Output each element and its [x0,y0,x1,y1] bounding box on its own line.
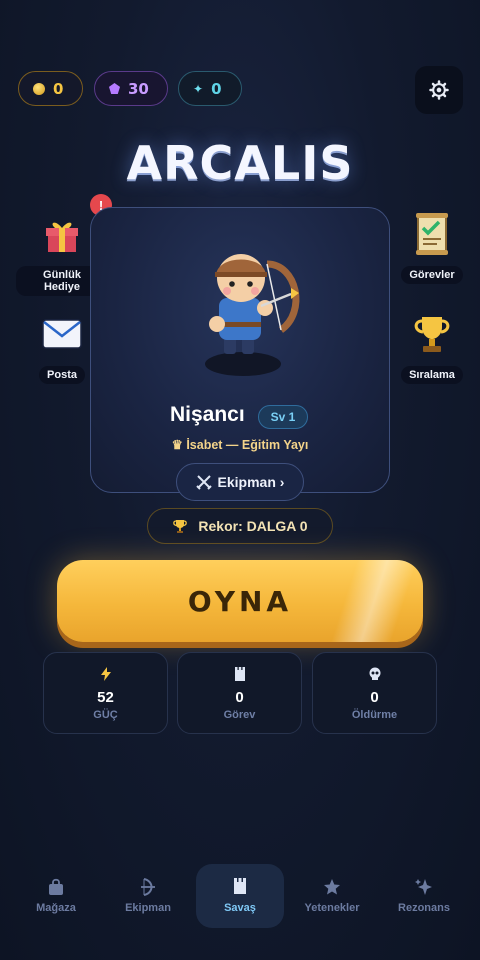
game-title: ARCALIS [126,136,354,190]
play-button[interactable]: OYNA [57,560,423,642]
mail-label: Posta [39,366,85,384]
hero-weapon: ♛ İsabet — Eğitim Yayı [171,438,309,452]
nav-battle[interactable]: Savaş [196,864,284,928]
crossed-swords-icon [195,475,212,490]
stat-missions-value: 0 [235,689,244,706]
shop-bag-icon [49,878,63,895]
settings-button[interactable] [415,66,463,114]
gem-value: 30 [128,79,149,98]
star-icon [324,879,340,895]
stat-power-label: GÜÇ [93,709,118,721]
hero-name: Nişancı [170,403,245,426]
record-badge: Rekor: DALGA 0 [147,508,333,544]
leaderboard-button[interactable]: Sıralama [386,308,478,384]
nav-skills[interactable]: Yetenekler [288,864,376,928]
archer-character [205,254,300,376]
nav-battle-label: Savaş [224,902,256,914]
mail-icon [36,308,88,360]
gold-value: 0 [53,79,64,98]
gold-counter[interactable]: 0 [18,71,83,106]
button-shine [325,560,421,642]
nav-shop[interactable]: Mağaza [12,864,100,928]
trophy-icon [173,520,188,533]
stat-kills-label: Öldürme [351,709,398,721]
nav-skills-label: Yetenekler [304,902,360,914]
play-label: OYNA [187,584,293,618]
stat-power: 52 GÜÇ [43,652,168,734]
quests-button[interactable]: Görevler [386,208,478,284]
gem-icon [109,83,120,94]
gem-counter[interactable]: 30 [94,71,168,106]
bow-icon [141,878,155,896]
gift-icon [36,208,88,260]
stat-kills: 0 Öldürme [312,652,437,734]
nav-resonance-label: Rezonans [398,902,450,914]
coin-icon [33,82,45,95]
leaderboard-label: Sıralama [401,366,463,384]
equipment-button[interactable]: Ekipman › [176,463,304,501]
nav-equipment-label: Ekipman [125,902,171,914]
castle-icon [234,878,246,894]
equipment-label: Ekipman › [217,474,285,490]
gear-icon [429,80,449,100]
tower-icon [234,667,245,681]
record-text: Rekor: DALGA 0 [198,518,308,534]
hero-level-badge: Sv 1 [258,405,308,429]
stat-missions: 0 Görev [177,652,302,734]
nav-shop-label: Mağaza [36,902,76,914]
crystal-value: 0 [211,79,222,98]
stat-kills-value: 0 [370,689,379,706]
nav-equipment[interactable]: Ekipman [104,864,192,928]
trophy-icon [406,308,458,360]
crystal-counter[interactable]: ✦ 0 [178,71,242,106]
quests-label: Görevler [401,266,463,284]
stat-missions-label: Görev [223,709,256,721]
quest-scroll-icon [406,208,458,260]
lightning-icon [100,667,111,681]
sparkle-icon [415,879,432,895]
skull-icon [369,667,380,680]
crystal-icon: ✦ [193,81,204,96]
nav-resonance[interactable]: Rezonans [380,864,468,928]
stat-power-value: 52 [97,689,114,706]
